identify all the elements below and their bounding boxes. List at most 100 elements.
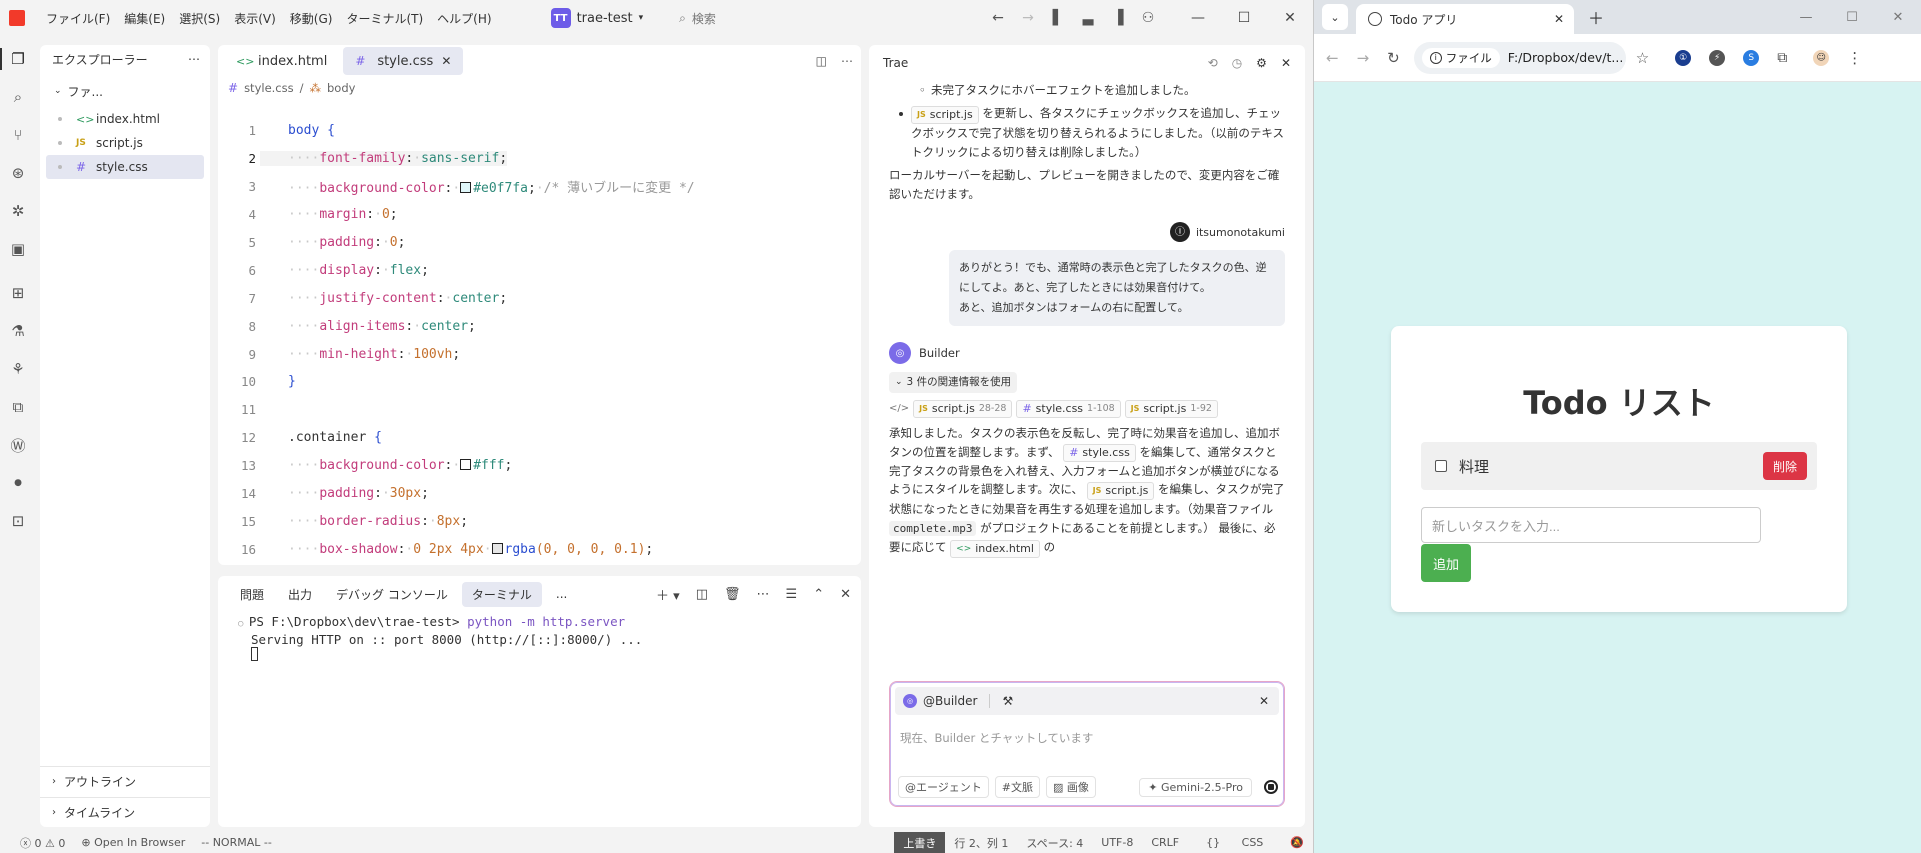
file-index-html[interactable]: <> index.html <box>46 107 204 131</box>
remote-explorer-icon[interactable]: ⧉ <box>0 388 36 426</box>
split-editor-icon[interactable]: ◫ <box>816 54 827 68</box>
extensions-icon[interactable]: ⊞ <box>0 274 36 312</box>
explorer-icon[interactable]: ❐ <box>0 40 36 78</box>
forward-arrow-icon[interactable]: → <box>1357 49 1370 67</box>
toggle-panel-icon[interactable]: ▃ <box>1073 0 1103 36</box>
star-icon[interactable]: ☆ <box>1636 49 1649 67</box>
split-terminal-icon[interactable]: ◫ <box>696 587 708 602</box>
tab-output[interactable]: 出力 <box>278 582 322 607</box>
file-chip[interactable]: JS script.js <box>911 106 979 124</box>
file-style-css[interactable]: # style.css <box>46 155 204 179</box>
account-icon[interactable]: ⚇ <box>1133 0 1163 36</box>
problems-status[interactable]: ⓧ 0 ⚠ 0 <box>20 835 65 851</box>
close-tab-icon[interactable]: ✕ <box>441 54 451 68</box>
debug-icon[interactable]: ✲ <box>0 192 36 230</box>
new-chat-icon[interactable]: ⟲ <box>1208 56 1218 70</box>
notifications-icon[interactable]: 🔕 <box>1281 836 1313 849</box>
color-swatch[interactable] <box>460 459 472 471</box>
todo-checkbox[interactable] <box>1435 460 1447 472</box>
breadcrumb-file[interactable]: style.css <box>244 81 294 95</box>
outline-section[interactable]: › アウトライン <box>40 766 210 796</box>
breadcrumb-symbol[interactable]: body <box>327 81 355 95</box>
chat-input-field[interactable]: 現在、Builder とチャットしています <box>900 730 1093 746</box>
color-swatch[interactable] <box>460 182 472 194</box>
new-tab-button[interactable]: ＋ <box>1588 5 1604 29</box>
context-toggle[interactable]: ⌄ 3 件の関連情報を使用 <box>889 372 1018 393</box>
image-button[interactable]: ▨ 画像 <box>1046 776 1096 798</box>
cursor-position[interactable]: 行 2、列 1 <box>945 835 1017 851</box>
menu-help[interactable]: ヘルプ(H) <box>430 10 498 27</box>
minimize-button[interactable]: — <box>1175 0 1221 36</box>
toggle-chat-icon[interactable]: ▐ <box>1103 0 1133 36</box>
preview-icon[interactable]: ▣ <box>0 230 36 268</box>
project-switcher[interactable]: TT trae-test ▾ <box>550 8 643 28</box>
agent-button[interactable]: @エージェント <box>898 776 989 798</box>
maximize-button[interactable]: ☐ <box>1829 0 1875 34</box>
address-bar[interactable]: i ファイル F:/Dropbox/dev/t... <box>1413 41 1626 74</box>
toggle-sidebar-icon[interactable]: ▌ <box>1043 0 1073 36</box>
wordpress-icon[interactable]: Ⓦ <box>0 426 36 464</box>
hammer-icon[interactable]: ⚒ <box>1002 694 1013 708</box>
sync-extension-icon[interactable]: S <box>1743 49 1760 66</box>
menu-view[interactable]: 表示(V) <box>227 10 283 27</box>
remote-window-icon[interactable]: ⊡ <box>0 502 36 540</box>
tab-terminal[interactable]: ターミナル <box>461 581 542 607</box>
tab-problems[interactable]: 問題 <box>230 582 274 607</box>
json-icon[interactable]: ● <box>0 464 36 502</box>
project-folder[interactable]: ⌄ ファ... <box>40 77 210 105</box>
tab-index-html[interactable]: <> index.html <box>224 47 339 75</box>
more-icon[interactable]: ⋯ <box>757 587 770 602</box>
remote-icon[interactable]: ⊛ <box>0 154 36 192</box>
command-search[interactable]: ⌕ 検索 <box>679 10 716 27</box>
delete-button[interactable]: 削除 <box>1762 452 1807 480</box>
maximize-button[interactable]: ☐ <box>1221 0 1267 36</box>
code-area[interactable]: 1 body { 2 ····font-family:·sans-serif; 3 ·… <box>218 117 861 563</box>
close-icon[interactable]: ✕ <box>1281 56 1291 70</box>
language-mode[interactable]: {} CSS <box>1188 836 1281 849</box>
more-icon[interactable]: ⋯ <box>841 54 853 68</box>
password-manager-icon[interactable]: ① <box>1675 49 1692 66</box>
close-tab-icon[interactable]: ✕ <box>1554 12 1564 26</box>
line-ending[interactable]: CRLF <box>1142 836 1188 849</box>
terminal-output[interactable]: ○ PS F:\Dropbox\dev\trae-test> python -m… <box>218 612 861 664</box>
site-info-chip[interactable]: i ファイル <box>1421 47 1500 68</box>
file-chip[interactable]: # style.css <box>1063 443 1136 462</box>
menu-selection[interactable]: 選択(S) <box>172 10 227 27</box>
close-window-button[interactable]: ✕ <box>1267 0 1313 36</box>
history-icon[interactable]: ◷ <box>1232 56 1242 70</box>
close-icon[interactable]: ✕ <box>1259 694 1269 708</box>
gear-icon[interactable]: ⚙ <box>1256 56 1267 70</box>
testing-icon[interactable]: ⚗ <box>0 312 36 350</box>
more-icon[interactable]: ⋯ <box>188 52 200 66</box>
timeline-section[interactable]: › タイムライン <box>40 797 210 827</box>
menu-file[interactable]: ファイル(F) <box>39 10 117 27</box>
tab-debug-console[interactable]: デバッグ コンソール <box>326 582 458 607</box>
menu-edit[interactable]: 編集(E) <box>117 10 172 27</box>
profile-avatar[interactable]: ☺ <box>1813 49 1830 66</box>
overwrite-mode[interactable]: 上書き <box>894 832 946 853</box>
add-terminal-icon[interactable]: ＋ ▾ <box>656 585 680 604</box>
forward-arrow-icon[interactable]: → <box>1013 0 1043 36</box>
reload-icon[interactable]: ↻ <box>1387 49 1400 67</box>
agent-label[interactable]: @Builder <box>923 694 977 708</box>
browser-tab[interactable]: Todo アプリ ✕ <box>1356 4 1574 34</box>
chat-messages[interactable]: ◦ 未完了タスクにホバーエフェクトを追加しました。 JS script.js を更… <box>869 81 1305 715</box>
encoding[interactable]: UTF-8 <box>1092 836 1142 849</box>
back-arrow-icon[interactable]: ← <box>983 0 1013 36</box>
context-button[interactable]: #文脈 <box>994 776 1040 798</box>
chevron-up-icon[interactable]: ⌃ <box>813 587 824 602</box>
puzzle-icon[interactable]: ⧉ <box>1777 50 1787 66</box>
menu-terminal[interactable]: ターミナル(T) <box>339 10 430 27</box>
close-icon[interactable]: ✕ <box>840 587 851 602</box>
context-chip[interactable]: JS script.js 1-92 <box>1124 399 1218 418</box>
search-icon[interactable]: ⌕ <box>0 78 36 116</box>
file-chip[interactable]: JS script.js <box>1086 482 1155 500</box>
tab-more[interactable]: ... <box>546 583 577 605</box>
back-arrow-icon[interactable]: ← <box>1326 49 1339 67</box>
open-in-browser[interactable]: ⊕ Open In Browser <box>81 836 185 849</box>
python-icon[interactable]: ⚘ <box>0 350 36 388</box>
extension-icon[interactable]: ⚡ <box>1709 49 1726 66</box>
file-chip[interactable]: <> index.html <box>950 540 1040 558</box>
file-script-js[interactable]: JS script.js <box>46 131 204 155</box>
stop-button[interactable] <box>1264 780 1278 794</box>
